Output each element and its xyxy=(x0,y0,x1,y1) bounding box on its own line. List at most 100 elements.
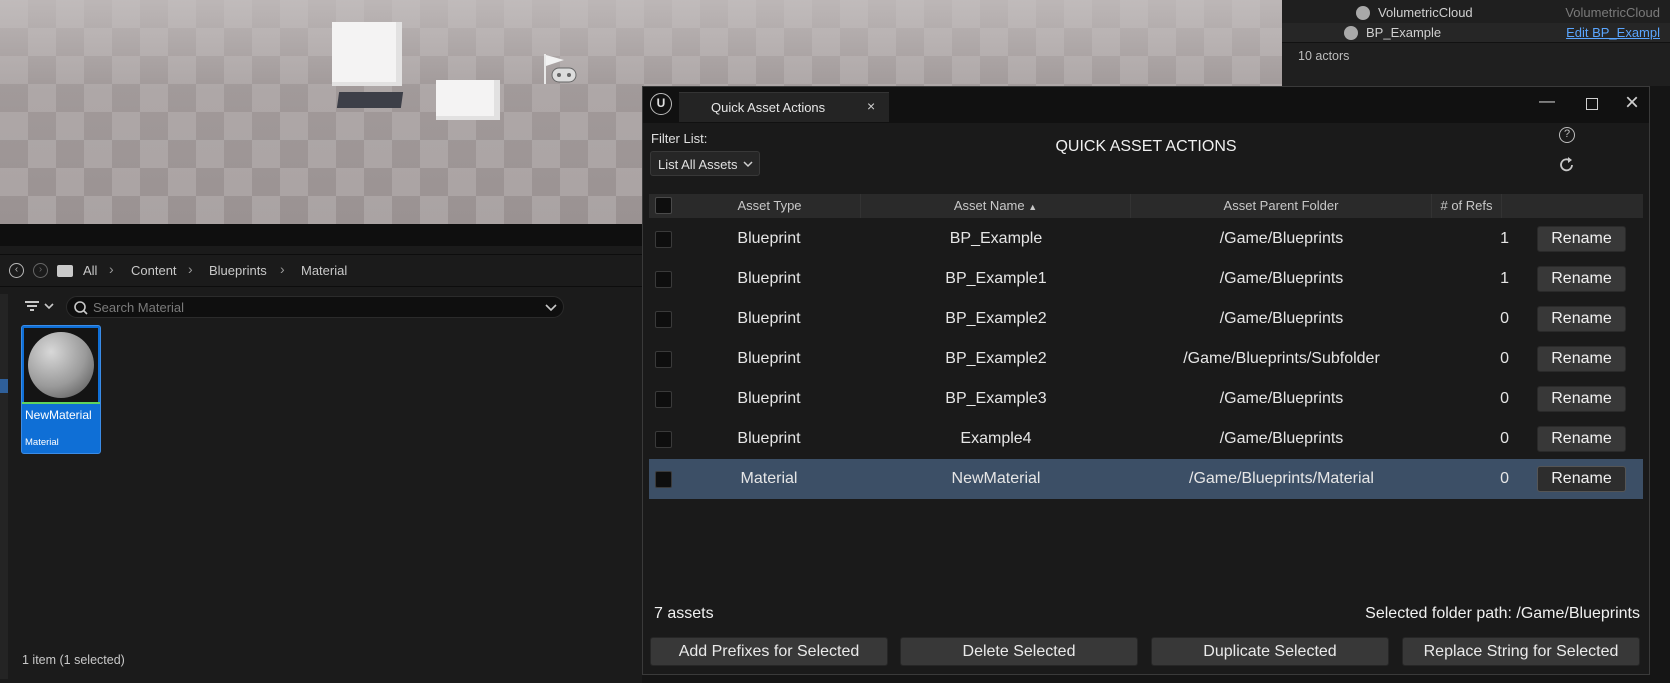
rename-button[interactable]: Rename xyxy=(1537,266,1626,292)
cube-mesh[interactable] xyxy=(332,22,402,86)
rename-button[interactable]: Rename xyxy=(1537,386,1626,412)
tab-quick-asset-actions[interactable]: Quick Asset Actions × xyxy=(679,92,889,122)
table-row[interactable]: Blueprint BP_Example1 /Game/Blueprints 1… xyxy=(649,259,1643,299)
duplicate-selected-button[interactable]: Duplicate Selected xyxy=(1151,637,1389,666)
asset-tile[interactable]: NewMaterial Material xyxy=(21,325,101,454)
asset-type: Material xyxy=(25,437,59,448)
cell-refs: 0 xyxy=(1500,310,1509,327)
breadcrumb-blueprints[interactable]: Blueprints xyxy=(209,263,267,278)
cell-asset-name: BP_Example xyxy=(949,230,1043,247)
search-placeholder: Search Material xyxy=(93,300,185,315)
cell-refs: 0 xyxy=(1500,350,1509,367)
chevron-right-icon: › xyxy=(188,261,193,277)
column-asset-parent-folder[interactable]: Asset Parent Folder xyxy=(1131,194,1432,218)
cell-parent-folder: /Game/Blueprints xyxy=(1219,230,1344,247)
edit-blueprint-link[interactable]: Edit BP_Exampl xyxy=(1566,23,1660,43)
maximize-icon[interactable] xyxy=(1586,98,1598,110)
cell-refs: 0 xyxy=(1500,430,1509,447)
table-row[interactable]: Blueprint BP_Example /Game/Blueprints 1 … xyxy=(649,219,1643,259)
cell-refs: 0 xyxy=(1500,390,1509,407)
asset-count: 7 assets xyxy=(654,605,714,622)
rename-button[interactable]: Rename xyxy=(1537,466,1626,492)
breadcrumb: ‹ › All › Content › Blueprints › Materia… xyxy=(0,254,642,286)
refresh-icon[interactable] xyxy=(1558,156,1576,174)
tab-title: Quick Asset Actions xyxy=(711,100,826,115)
row-checkbox[interactable] xyxy=(655,271,672,288)
cube-mesh[interactable] xyxy=(436,80,500,120)
cell-refs: 1 xyxy=(1500,270,1509,287)
table-row[interactable]: Blueprint BP_Example2 /Game/Blueprints/S… xyxy=(649,339,1643,379)
sources-panel-edge[interactable] xyxy=(0,294,8,679)
cell-asset-type: Blueprint xyxy=(737,390,801,407)
row-checkbox[interactable] xyxy=(655,431,672,448)
breadcrumb-material[interactable]: Material xyxy=(301,263,347,278)
actor-name: BP_Example xyxy=(1366,25,1442,40)
column-asset-type[interactable]: Asset Type xyxy=(649,194,861,218)
table-row[interactable]: Blueprint BP_Example2 /Game/Blueprints 0… xyxy=(649,299,1643,339)
breadcrumb-content[interactable]: Content xyxy=(131,263,177,278)
unreal-logo-icon: U xyxy=(650,93,672,115)
player-start-icon[interactable] xyxy=(540,52,580,88)
cell-asset-type: Blueprint xyxy=(737,310,801,327)
sources-selection-marker xyxy=(0,379,8,393)
divider xyxy=(1282,42,1670,43)
chevron-right-icon: › xyxy=(109,261,114,277)
cell-parent-folder: /Game/Blueprints xyxy=(1219,430,1344,447)
search-input[interactable]: Search Material xyxy=(66,296,564,318)
cell-parent-folder: /Game/Blueprints xyxy=(1219,310,1344,327)
minimize-icon[interactable]: — xyxy=(1539,93,1555,111)
cell-asset-name: NewMaterial xyxy=(951,470,1041,487)
rename-button[interactable]: Rename xyxy=(1537,306,1626,332)
table-row-selected[interactable]: Material NewMaterial /Game/Blueprints/Ma… xyxy=(649,459,1643,499)
folder-icon xyxy=(57,265,73,277)
table-row[interactable]: Blueprint Example4 /Game/Blueprints 0 Re… xyxy=(649,419,1643,459)
outliner-row[interactable]: VolumetricCloud VolumetricCloud xyxy=(1282,3,1670,23)
help-icon[interactable]: ? xyxy=(1559,127,1575,143)
quick-asset-actions-window: U Quick Asset Actions × — × Filter List:… xyxy=(642,86,1650,675)
asset-type-strip xyxy=(22,402,100,404)
rename-button[interactable]: Rename xyxy=(1537,426,1626,452)
back-icon[interactable]: ‹ xyxy=(9,263,24,278)
rename-button[interactable]: Rename xyxy=(1537,346,1626,372)
close-window-icon[interactable]: × xyxy=(1625,89,1639,117)
delete-selected-button[interactable]: Delete Selected xyxy=(900,637,1138,666)
status-text: 1 item (1 selected) xyxy=(22,653,125,667)
asset-name: NewMaterial xyxy=(25,408,92,422)
actor-name: VolumetricCloud xyxy=(1378,5,1473,20)
sort-ascending-icon: ▲ xyxy=(1028,202,1038,212)
filter-value: List All Assets xyxy=(658,157,738,172)
window-heading: QUICK ASSET ACTIONS xyxy=(1055,138,1237,155)
row-checkbox[interactable] xyxy=(655,391,672,408)
window-titlebar[interactable]: U Quick Asset Actions × — × xyxy=(643,87,1649,123)
row-checkbox[interactable] xyxy=(655,231,672,248)
filter-button[interactable] xyxy=(24,298,58,314)
world-outliner: VolumetricCloud VolumetricCloud BP_Examp… xyxy=(1282,0,1670,86)
actor-type: VolumetricCloud xyxy=(1565,5,1660,20)
rename-button[interactable]: Rename xyxy=(1537,226,1626,252)
column-refs[interactable]: # of Refs xyxy=(1432,194,1502,218)
cell-asset-name: BP_Example2 xyxy=(945,310,1047,327)
cell-asset-name: BP_Example1 xyxy=(945,270,1047,287)
column-asset-name[interactable]: Asset Name ▲ xyxy=(861,194,1131,218)
chevron-right-icon: › xyxy=(280,261,285,277)
forward-icon[interactable]: › xyxy=(33,263,48,278)
row-checkbox[interactable] xyxy=(655,471,672,488)
chevron-down-icon[interactable] xyxy=(545,303,557,313)
column-asset-name-label: Asset Name xyxy=(953,198,1025,213)
cell-asset-type: Blueprint xyxy=(737,230,801,247)
selected-folder-path: Selected folder path: /Game/Blueprints xyxy=(1365,605,1640,622)
breadcrumb-all[interactable]: All xyxy=(83,263,97,278)
row-checkbox[interactable] xyxy=(655,311,672,328)
add-prefixes-button[interactable]: Add Prefixes for Selected xyxy=(650,637,888,666)
table-row[interactable]: Blueprint BP_Example3 /Game/Blueprints 0… xyxy=(649,379,1643,419)
actor-count: 10 actors xyxy=(1298,49,1350,63)
cell-parent-folder: /Game/Blueprints/Material xyxy=(1189,470,1374,487)
close-tab-icon[interactable]: × xyxy=(867,98,875,114)
cell-asset-type: Blueprint xyxy=(737,270,801,287)
cell-parent-folder: /Game/Blueprints/Subfolder xyxy=(1183,350,1380,367)
row-checkbox[interactable] xyxy=(655,351,672,368)
outliner-row[interactable]: BP_Example Edit BP_Exampl xyxy=(1282,23,1670,43)
replace-string-button[interactable]: Replace String for Selected xyxy=(1402,637,1640,666)
actor-icon xyxy=(1344,26,1358,40)
material-sphere-icon xyxy=(28,332,94,398)
